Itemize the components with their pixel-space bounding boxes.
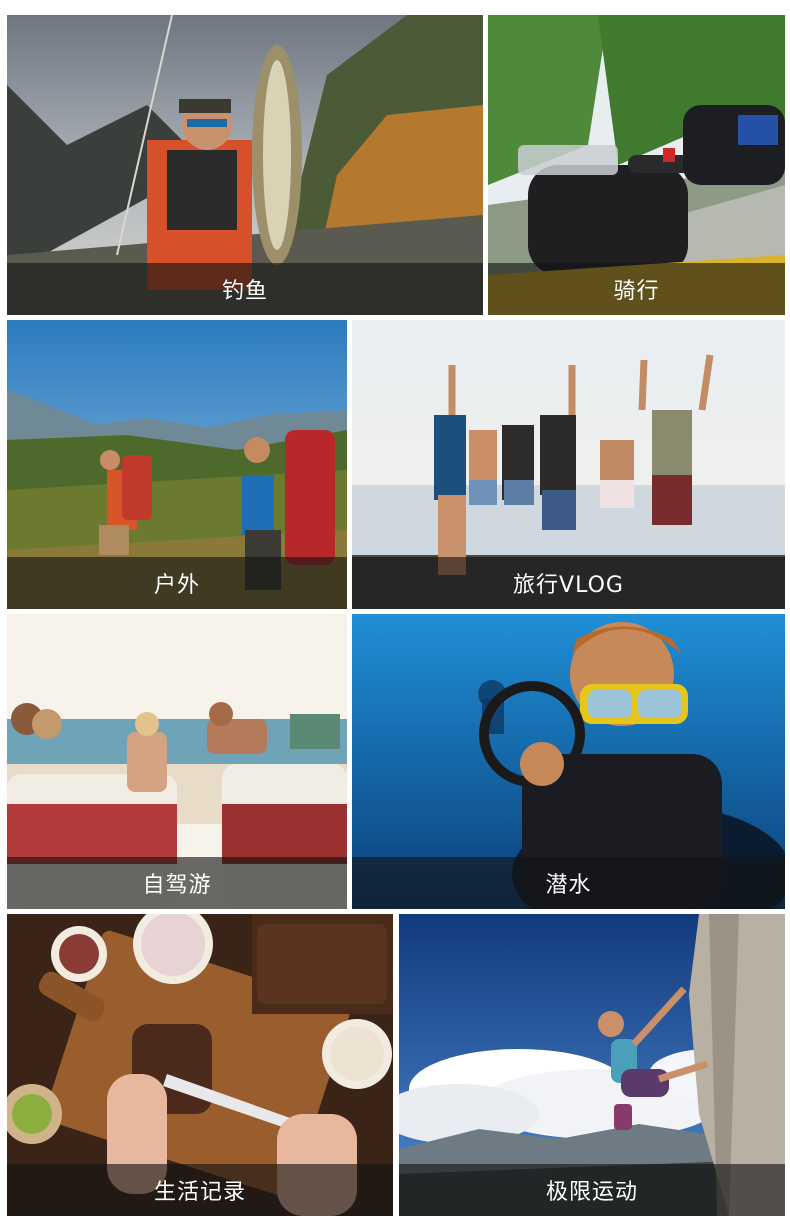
fishing-tile[interactable]: 钓鱼 (7, 15, 483, 315)
road-trip-tile[interactable]: 自驾游 (7, 614, 347, 909)
tile-caption: 旅行VLOG (352, 557, 785, 609)
travel-vlog-tile[interactable]: 旅行VLOG (352, 320, 785, 609)
tile-caption: 极限运动 (399, 1164, 785, 1216)
diving-tile[interactable]: 潜水 (352, 614, 785, 909)
extreme-sports-tile[interactable]: 极限运动 (399, 914, 785, 1216)
tile-caption: 自驾游 (7, 857, 347, 909)
tile-caption: 生活记录 (7, 1164, 393, 1216)
outdoor-tile[interactable]: 户外 (7, 320, 347, 609)
tile-caption: 户外 (7, 557, 347, 609)
tile-caption: 潜水 (352, 857, 785, 909)
life-record-tile[interactable]: 生活记录 (7, 914, 393, 1216)
cycling-tile[interactable]: 骑行 (488, 15, 785, 315)
tile-caption: 骑行 (488, 263, 785, 315)
tile-caption: 钓鱼 (7, 263, 483, 315)
